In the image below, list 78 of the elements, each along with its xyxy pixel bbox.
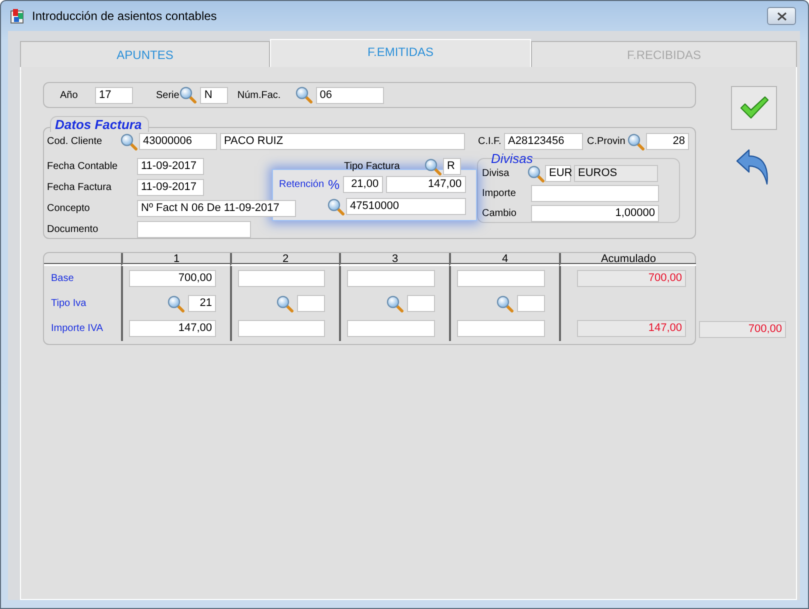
text-field[interactable] [238,270,325,287]
field-label: Concepto [47,203,91,214]
field-label: Documento [47,224,100,235]
text-field[interactable]: 700,00 [129,270,216,287]
text-field[interactable] [531,185,659,202]
field-label: Año [60,90,79,100]
text-field[interactable]: 11-09-2017 [137,179,204,196]
field-label: Núm.Fac. [237,90,281,100]
field-label: Serie [156,90,180,100]
field-label: C.Provin [587,136,626,147]
text-field[interactable]: 147,00 [577,320,686,337]
row-label: Importe IVA [51,323,104,334]
total-field[interactable]: 700,00 [699,321,786,338]
text-field[interactable] [137,221,251,238]
search-icon[interactable] [179,86,198,104]
text-field[interactable]: PACO RUIZ [220,133,465,150]
text-field[interactable]: 17 [95,86,133,104]
percent-label: % [328,177,340,192]
text-field[interactable] [238,320,325,337]
field-label: Importe [482,188,517,199]
row-label: Tipo Iva [51,298,86,309]
search-icon[interactable] [627,132,645,150]
text-field[interactable] [347,320,435,337]
field-label: Tipo Factura [344,161,401,172]
text-field[interactable]: 11-09-2017 [137,158,204,175]
field-label: Cambio [482,208,518,219]
field-label: Fecha Factura [47,182,112,193]
text-field[interactable] [347,270,435,287]
search-icon[interactable] [496,294,514,312]
column-header: 2 [230,253,339,266]
search-icon[interactable] [386,294,404,312]
text-field[interactable]: A28123456 [504,133,583,150]
group-title: Divisas [491,151,533,166]
text-field[interactable]: N [200,86,228,104]
text-field[interactable]: 21,00 [342,176,383,193]
search-icon[interactable] [167,294,185,312]
field-label: C.I.F. [478,136,502,147]
text-field[interactable]: 700,00 [577,270,686,287]
text-field[interactable]: 147,00 [129,320,216,337]
search-icon[interactable] [527,164,545,182]
undo-arrow-icon[interactable] [736,149,770,185]
text-field[interactable]: 147,00 [386,176,466,193]
group-title: Datos Factura [50,116,149,132]
column-header: 4 [449,253,559,266]
column-header: 3 [339,253,449,266]
accept-button[interactable] [731,86,777,130]
text-field[interactable] [297,295,325,312]
text-field[interactable]: 47510000 [346,198,466,215]
field-label: Divisa [482,168,510,179]
app-icon [10,8,26,24]
column-header: 1 [121,253,230,266]
search-icon[interactable] [294,86,313,104]
close-button[interactable] [767,7,796,25]
column-header: Acumulado [559,253,696,266]
search-icon[interactable] [276,294,294,312]
search-icon[interactable] [327,198,345,216]
close-icon [776,12,786,20]
text-field[interactable]: EUROS [574,165,658,182]
text-field[interactable]: R [443,158,461,175]
text-field[interactable]: 1,00000 [531,205,659,222]
text-field[interactable] [407,295,435,312]
text-field[interactable]: Nº Fact N 06 De 11-09-2017 [137,200,296,217]
field-label: Fecha Contable [47,161,119,172]
window-title: Introducción de asientos contables [32,9,218,23]
text-field[interactable]: 43000006 [139,133,217,150]
text-field[interactable]: 28 [646,133,689,150]
text-field[interactable]: 21 [188,295,216,312]
search-icon[interactable] [120,132,138,150]
row-label: Base [51,273,74,284]
field-label: Retención [279,179,324,190]
checkmark-icon [739,95,769,121]
search-icon[interactable] [424,158,442,176]
text-field[interactable] [457,320,545,337]
text-field[interactable] [517,295,545,312]
text-field[interactable] [457,270,545,287]
text-field[interactable]: 06 [316,86,384,104]
text-field[interactable]: EUR [545,165,571,182]
field-label: Cod. Cliente [47,136,104,147]
